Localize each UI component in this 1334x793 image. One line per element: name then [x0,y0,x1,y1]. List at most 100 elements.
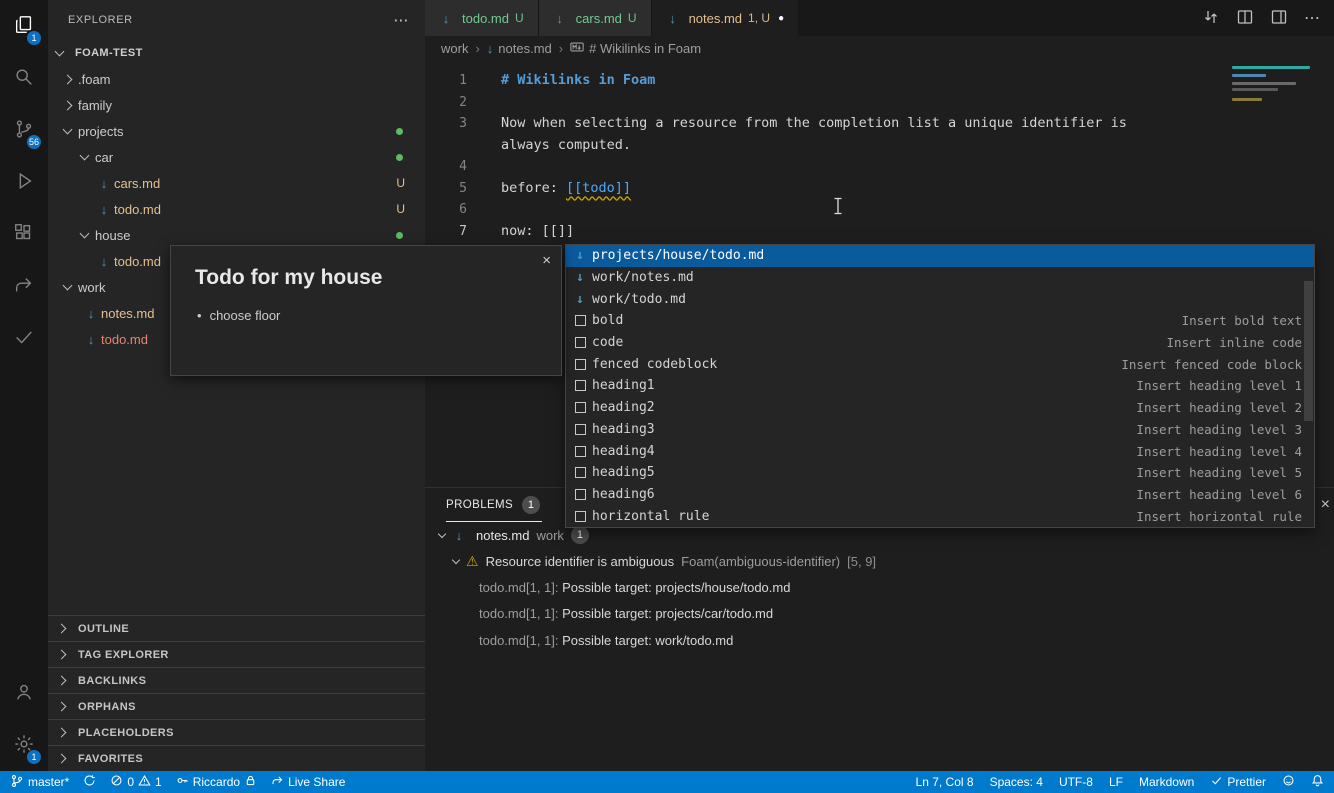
suggest-scrollbar[interactable] [1304,281,1313,421]
breadcrumb-file[interactable]: ↓ notes.md [487,41,552,56]
activity-source-control-button[interactable]: 56 [0,104,48,156]
sidebar-panel-orphans[interactable]: ORPHANS [48,693,425,719]
open-preview-icon[interactable] [1236,8,1254,29]
more-actions-icon[interactable]: ⋯ [1304,8,1320,28]
line-number-current: 7 [425,221,467,243]
sidebar-panel-favorites[interactable]: FAVORITES [48,745,425,771]
related-info-location: todo.md[1, 1]: [479,580,562,595]
tree-item-family[interactable]: family [48,92,425,118]
activity-extensions-button[interactable] [0,208,48,260]
breadcrumb: work › ↓ notes.md › # Wikilinks in Foam [425,36,1334,60]
suggestion-item[interactable]: ↓work/notes.md [566,267,1314,289]
tab-todo-md[interactable]: ↓ todo.md U [425,0,539,36]
markdown-icon: ↓ [572,248,588,263]
tree-item-car[interactable]: car [48,144,425,170]
tab-problems[interactable]: PROBLEMS 1 [446,488,542,522]
related-info-row[interactable]: todo.md[1, 1]: Possible target: projects… [425,601,1334,628]
sidebar-panel-outline[interactable]: OUTLINE [48,615,425,641]
tree-item-todo-md-car[interactable]: ↓ todo.md U [48,196,425,222]
activity-live-share-button[interactable] [0,260,48,312]
suggestion-detail: Insert heading level 3 [1136,422,1302,437]
dirty-indicator-icon[interactable]: ● [778,13,784,24]
cursor-position-status[interactable]: Ln 7, Col 8 [916,775,974,789]
minimap[interactable] [1232,64,1324,120]
more-actions-icon[interactable]: ⋯ [393,11,409,29]
activity-run-debug-button[interactable] [0,156,48,208]
status-bar: master* 0 1 Riccardo Live Share Ln 7, Co… [0,771,1334,793]
encoding-status[interactable]: UTF-8 [1059,775,1093,789]
live-share-status[interactable]: Live Share [271,774,345,790]
suggestion-item[interactable]: heading5Insert heading level 5 [566,462,1314,484]
snippet-icon [575,446,586,457]
folder-label: car [95,150,113,165]
suggestion-item[interactable]: codeInsert inline code [566,332,1314,354]
live-share-account-status[interactable]: Riccardo [176,774,257,790]
activity-tests-button[interactable] [0,312,48,364]
folder-label: .foam [78,72,111,87]
notifications-status[interactable] [1311,774,1324,790]
tree-item-projects[interactable]: projects [48,118,425,144]
markdown-icon: ↓ [84,306,98,321]
suggestion-label: work/todo.md [592,292,686,307]
activity-settings-button[interactable]: 1 [0,719,48,771]
problems-file-path: work [536,528,563,543]
mouse-text-cursor [833,197,843,218]
formatter-status[interactable]: Prettier [1210,774,1266,790]
tab-bar: ↓ todo.md U ↓ cars.md U ↓ notes.md 1, U … [425,0,1334,36]
activity-search-button[interactable] [0,52,48,104]
language-mode-status[interactable]: Markdown [1139,775,1194,789]
suggestion-item[interactable]: heading6Insert heading level 6 [566,484,1314,506]
eol-status[interactable]: LF [1109,775,1123,789]
markdown-icon: ↓ [84,332,98,347]
indentation-status[interactable]: Spaces: 4 [990,775,1043,789]
snippet-icon [575,337,586,348]
suggestion-item[interactable]: ↓ work/todo.md [566,288,1314,310]
related-info-row[interactable]: todo.md[1, 1]: Possible target: projects… [425,574,1334,601]
sidebar-title: EXPLORER [68,14,133,26]
split-editor-icon[interactable] [1270,8,1288,29]
markdown-icon: ↓ [439,11,453,26]
suggestion-item[interactable]: heading4Insert heading level 4 [566,440,1314,462]
close-icon[interactable]: × [1321,496,1330,514]
activity-accounts-button[interactable] [0,667,48,719]
snippet-icon [575,402,586,413]
formatter-label: Prettier [1227,775,1266,789]
sidebar-panel-backlinks[interactable]: BACKLINKS [48,667,425,693]
panel-label: TAG EXPLORER [78,649,169,661]
tree-item-foam[interactable]: .foam [48,66,425,92]
suggestion-item[interactable]: fenced codeblockInsert fenced code block [566,353,1314,375]
feedback-status[interactable] [1282,774,1295,790]
sidebar-header: EXPLORER ⋯ [48,0,425,40]
compare-changes-icon[interactable] [1202,8,1220,29]
check-icon [13,326,35,351]
tab-notes-md[interactable]: ↓ notes.md 1, U ● [652,0,800,36]
activity-explorer-button[interactable]: 1 [0,0,48,52]
breadcrumb-symbol[interactable]: # Wikilinks in Foam [570,40,701,57]
sidebar-panel-placeholders[interactable]: PLACEHOLDERS [48,719,425,745]
snippet-icon [575,424,586,435]
close-icon[interactable]: × [542,252,551,269]
suggestion-detail: Insert heading level 2 [1136,400,1302,415]
sidebar-panel-tag-explorer[interactable]: TAG EXPLORER [48,641,425,667]
suggestion-item[interactable]: horizontal ruleInsert horizontal rule [566,505,1314,527]
markdown-icon: ↓ [572,292,588,307]
git-branch-status[interactable]: master* [10,774,69,791]
suggestion-item[interactable]: heading3Insert heading level 3 [566,419,1314,441]
problems-status[interactable]: 0 1 [110,774,161,790]
wikilink-text[interactable]: [[todo]] [566,180,631,196]
tab-cars-md[interactable]: ↓ cars.md U [539,0,652,36]
line-number [425,135,467,157]
related-info-row[interactable]: todo.md[1, 1]: Possible target: work/tod… [425,627,1334,654]
suggestion-item[interactable]: heading1Insert heading level 1 [566,375,1314,397]
suggestion-item[interactable]: boldInsert bold text [566,310,1314,332]
suggestion-detail: Insert heading level 5 [1136,465,1302,480]
suggestion-item[interactable]: heading2Insert heading level 2 [566,397,1314,419]
problems-warning-row[interactable]: ⚠ Resource identifier is ambiguous Foam(… [425,548,1334,574]
sync-status[interactable] [83,774,96,790]
live-share-label: Live Share [288,775,345,789]
workspace-section-header[interactable]: FOAM-TEST [48,40,425,66]
tree-item-cars-md[interactable]: ↓ cars.md U [48,170,425,196]
chevron-down-icon [63,125,73,135]
suggestion-item[interactable]: ↓projects/house/todo.md [566,245,1314,267]
breadcrumb-folder[interactable]: work [441,41,468,56]
